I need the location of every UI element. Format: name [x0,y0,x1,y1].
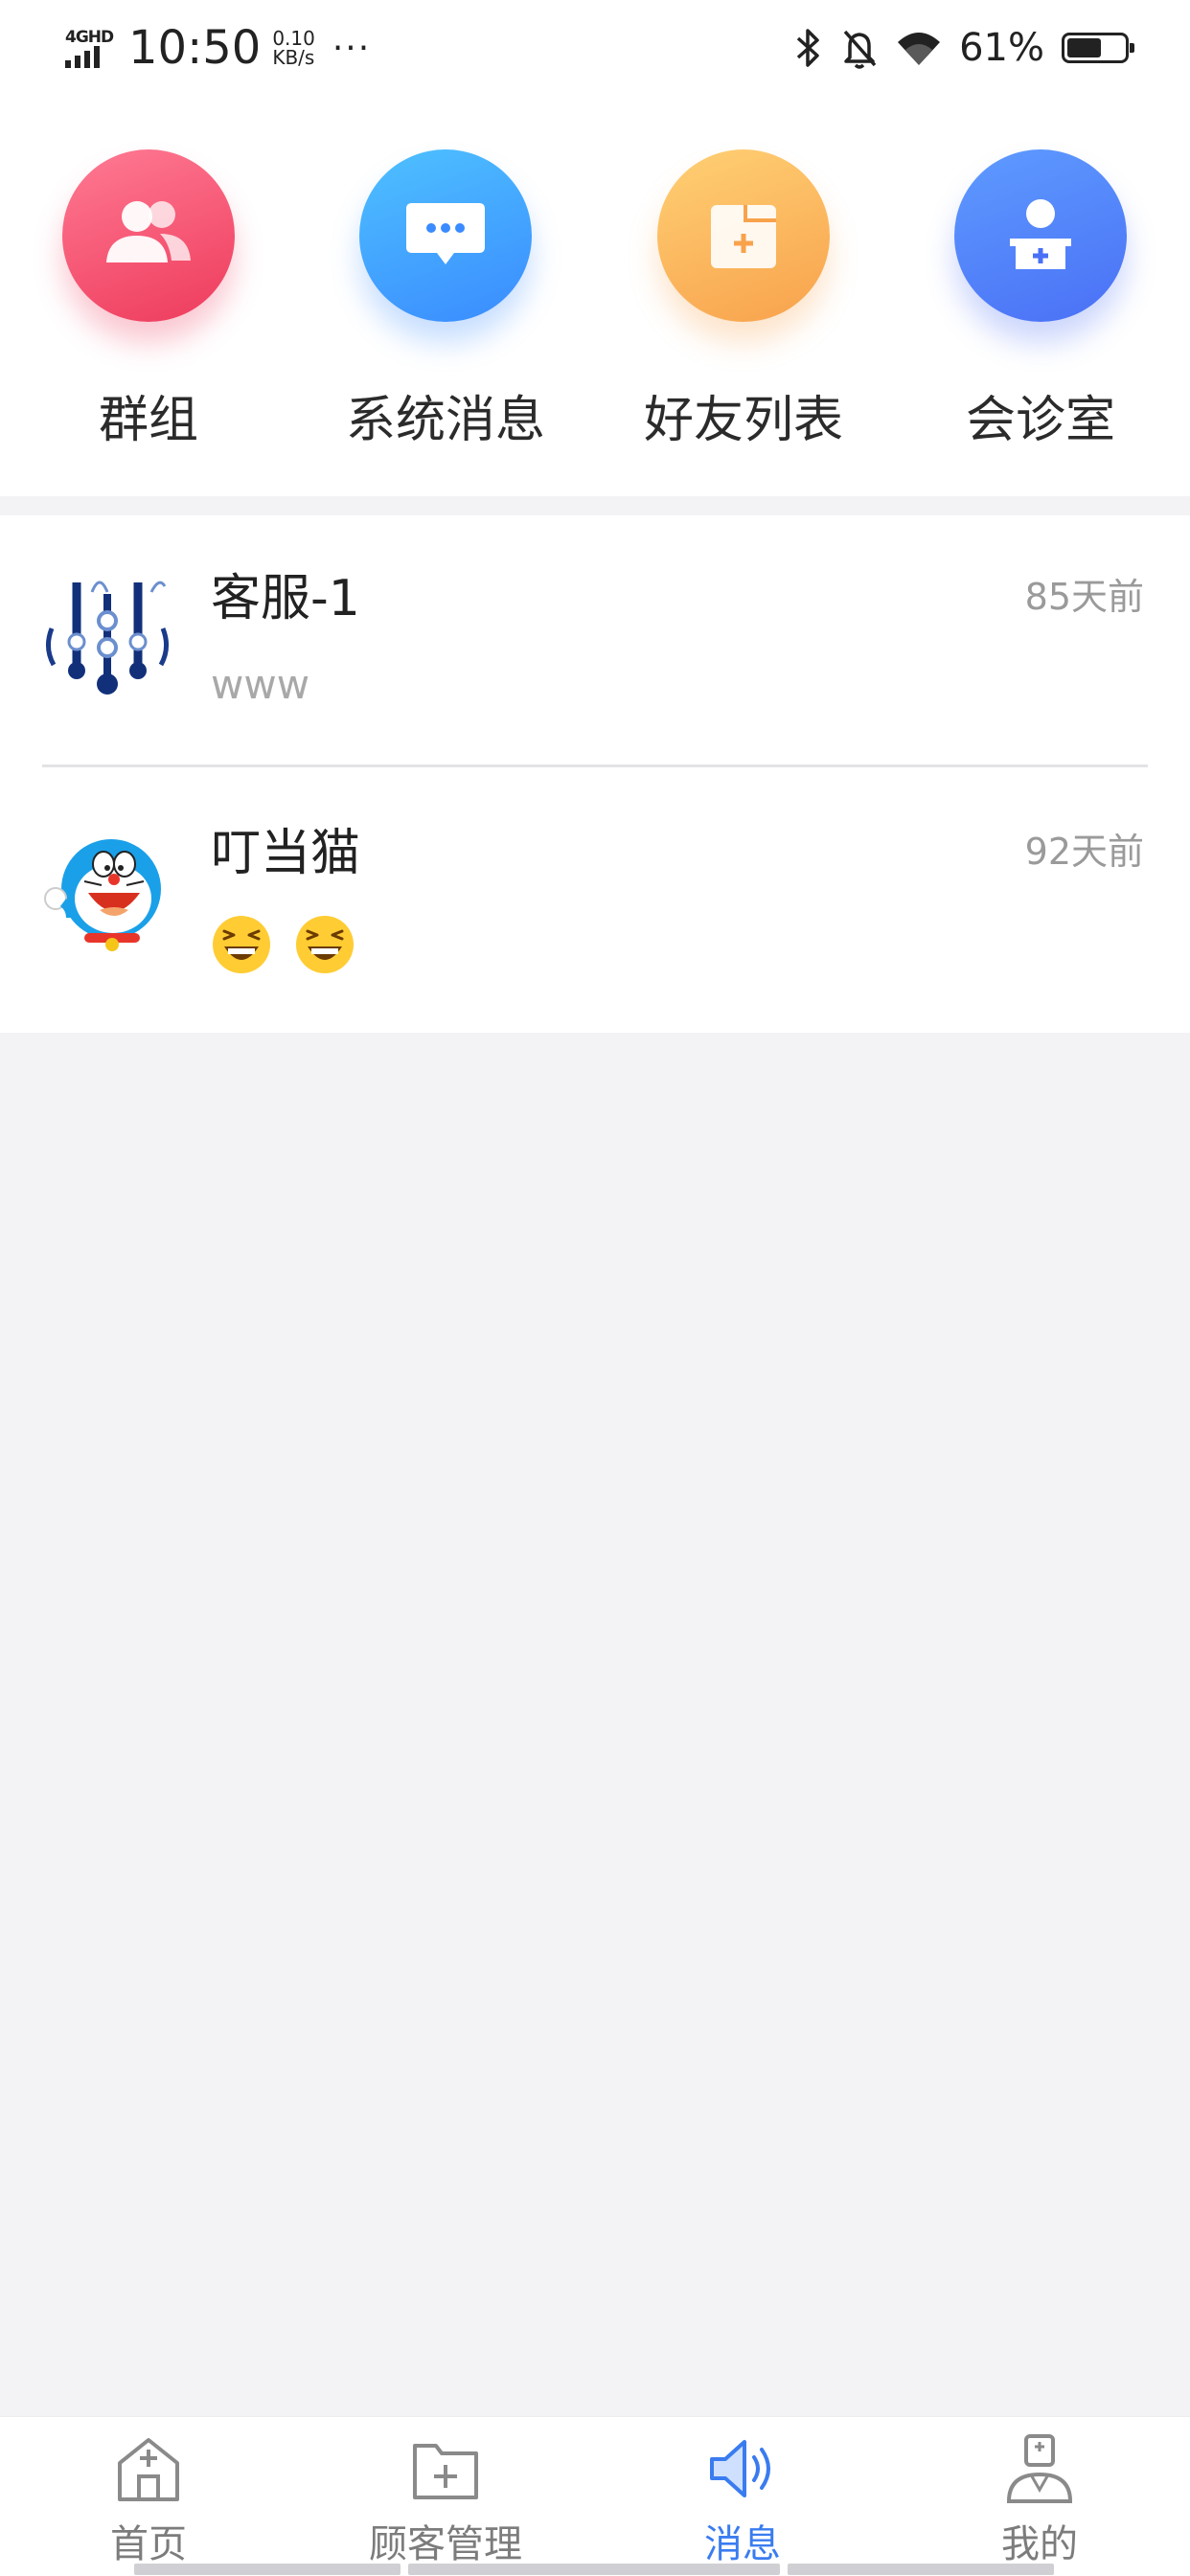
navigation-gesture-bar [788,2564,1054,2575]
bottom-tab-bar: 首页 顾客管理 消息 我的 [0,2416,1190,2576]
tab-label-messages: 消息 [704,2522,781,2566]
network-type: 4GHD [65,28,114,47]
tab-messages[interactable]: 消息 [594,2417,891,2576]
quick-item-friend-list[interactable]: 好友列表 [619,149,868,456]
quick-item-consultation-room[interactable]: 会诊室 [916,149,1165,456]
network-speed: 0.10 KB/s [272,29,315,67]
message-bubble-icon[interactable] [359,149,532,322]
doraemon-avatar [42,830,172,960]
mute-bell-icon [843,30,877,69]
contacts-folder-icon[interactable] [657,149,830,322]
quick-label-consultation-room: 会诊室 [965,392,1115,449]
tab-label-home: 首页 [110,2522,187,2566]
chat-row-doraemon[interactable]: 叮当猫 92天前 [0,770,1190,1025]
chat-preview: www [211,661,310,708]
group-icon[interactable] [62,149,235,322]
tab-customer-management[interactable]: 顾客管理 [297,2417,594,2576]
bluetooth-icon [796,29,819,67]
battery-level-fill [1067,38,1101,57]
tab-label-customer-management: 顾客管理 [369,2522,522,2566]
battery-icon [1062,33,1134,63]
chat-name: 叮当猫 [211,825,361,882]
chat-name: 客服-1 [211,570,360,627]
chat-list: 客服-1 85天前 www 叮当猫 92天前 [0,515,1190,1033]
chat-time: 85天前 [1024,576,1144,618]
quick-item-system-messages[interactable]: 系统消息 [321,149,570,456]
navigation-gesture-bar [408,2564,780,2575]
quick-access-panel: 群组 系统消息 好友列表 会诊室 [0,96,1190,496]
tab-label-mine: 我的 [1001,2522,1078,2566]
status-right: 61% [794,17,1134,79]
status-bar: 4GHD 10:50 0.10 KB/s ··· 61% [0,0,1190,96]
chat-preview-emoji [211,914,365,975]
doctor-icon[interactable] [954,149,1127,322]
company-logo-avatar [42,571,172,701]
chat-divider [42,764,1148,767]
profile-doctor-icon[interactable] [1001,2430,1078,2507]
status-time: 10:50 [128,21,262,75]
quick-label-system-messages: 系统消息 [345,392,545,449]
home-icon[interactable] [110,2430,187,2507]
quick-label-friend-list: 好友列表 [643,392,843,449]
quick-label-group: 群组 [98,392,198,449]
navigation-gesture-bar [134,2564,400,2575]
speed-value: 0.10 [272,27,315,50]
customer-folder-icon[interactable] [407,2430,484,2507]
more-notifications-icon: ··· [332,28,372,68]
speed-unit: KB/s [272,46,315,69]
chat-time: 92天前 [1024,831,1144,873]
laughing-emoji-icon [294,916,365,973]
battery-percent: 61% [959,26,1044,70]
laughing-emoji-icon [211,916,294,973]
speaker-icon[interactable] [704,2430,781,2507]
wifi-icon [898,33,941,65]
tab-home[interactable]: 首页 [0,2417,297,2576]
quick-item-group[interactable]: 群组 [24,149,273,456]
chat-row-customer-service[interactable]: 客服-1 85天前 www [0,515,1190,770]
status-left: 4GHD 10:50 0.10 KB/s ··· [61,17,371,79]
tab-mine[interactable]: 我的 [891,2417,1188,2576]
cellular-signal-icon: 4GHD [61,24,117,72]
